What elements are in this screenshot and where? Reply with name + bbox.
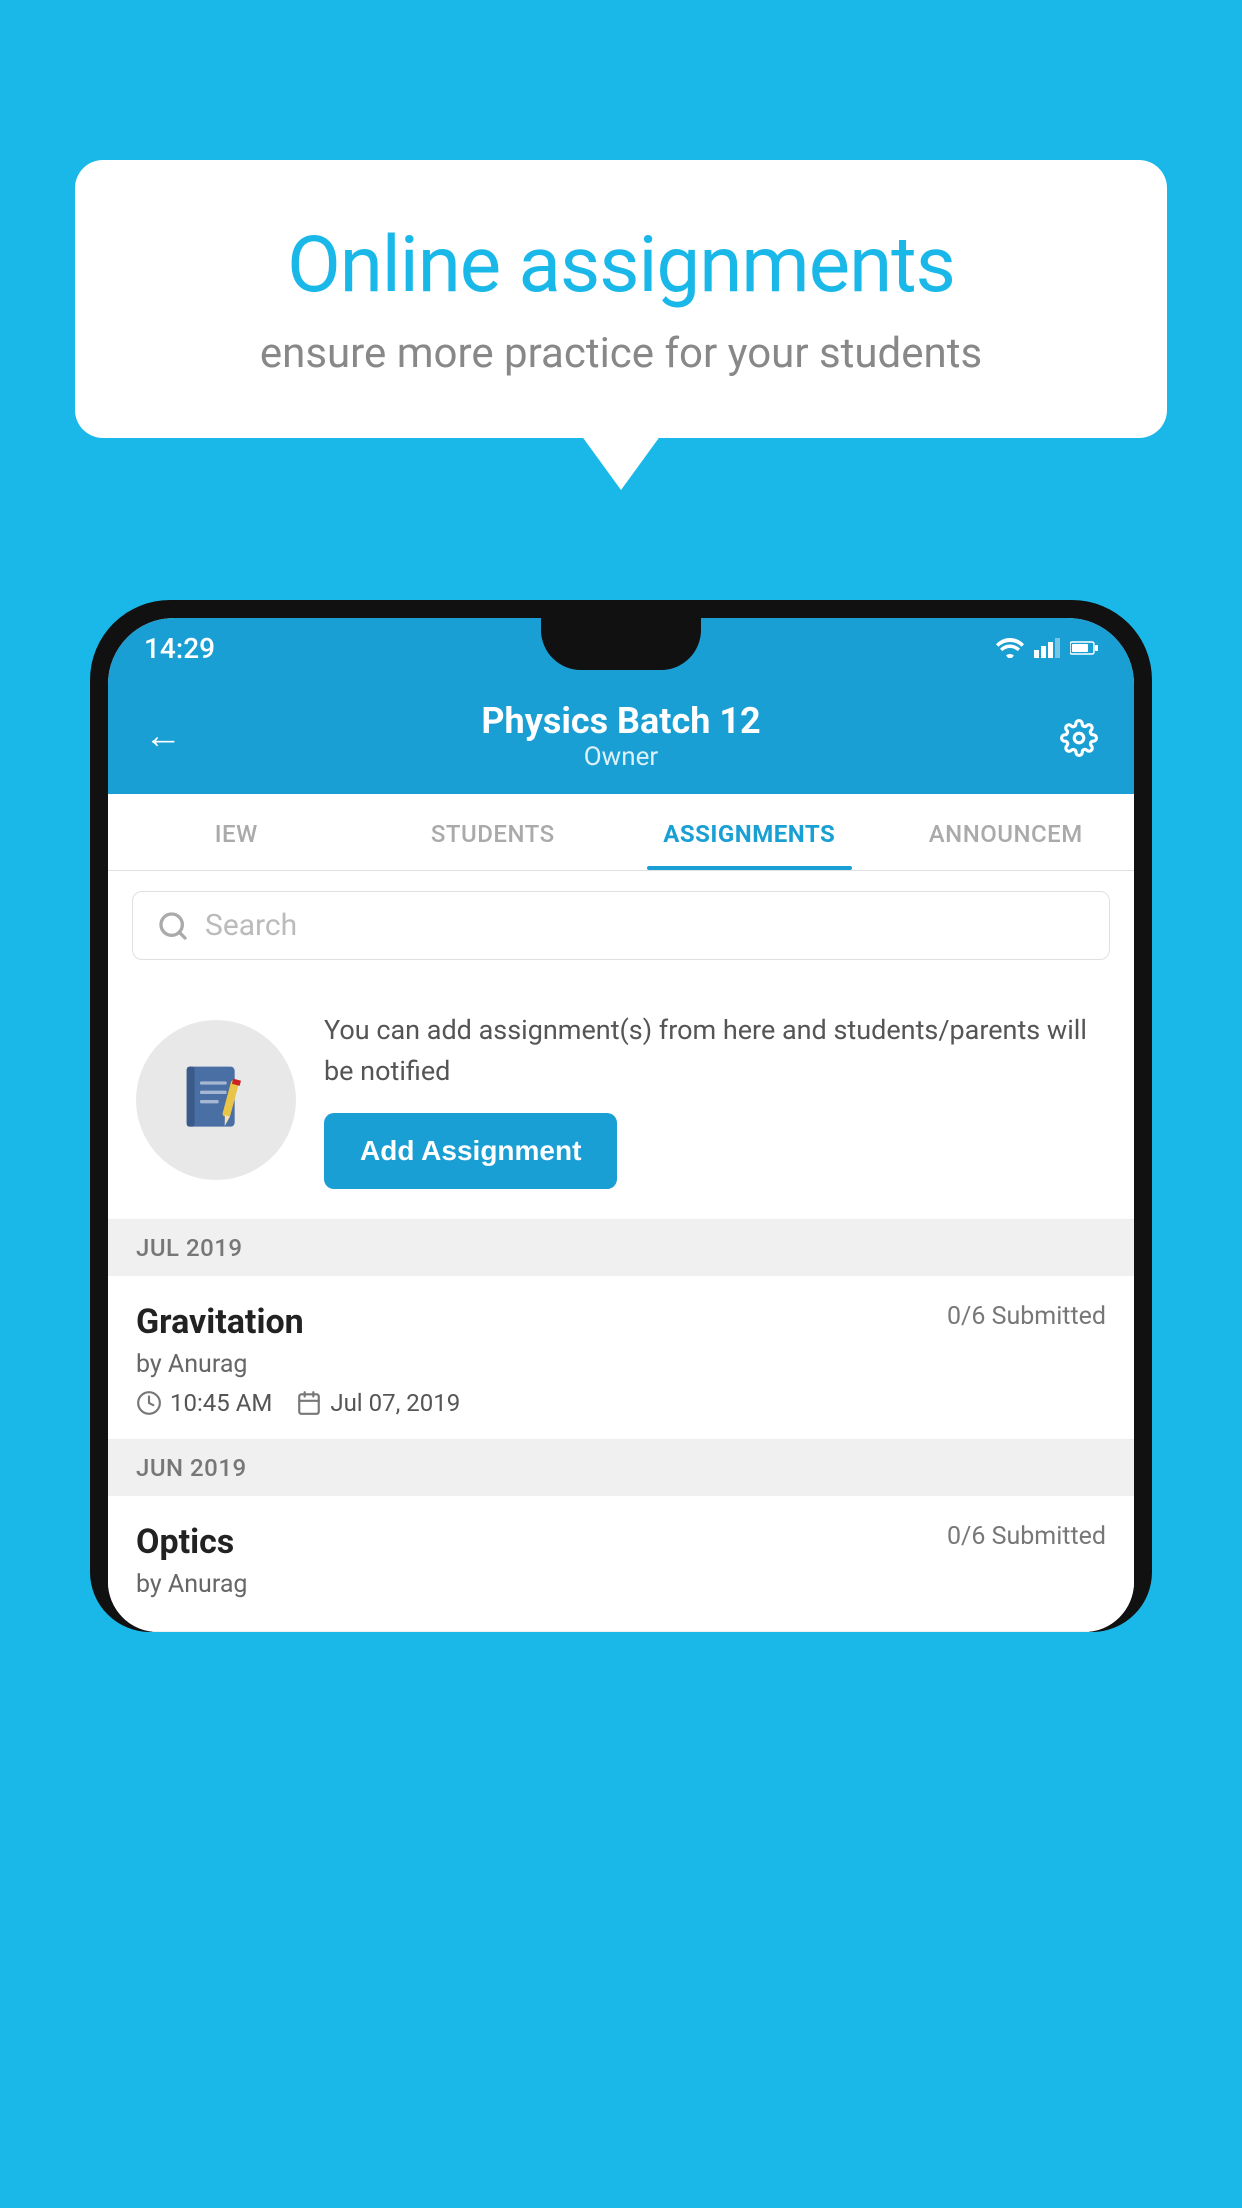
assignment-time-gravitation: 10:45 AM bbox=[136, 1389, 272, 1417]
assignment-item-gravitation[interactable]: Gravitation 0/6 Submitted by Anurag 10:4… bbox=[108, 1276, 1134, 1440]
section-jul-2019: JUL 2019 bbox=[108, 1220, 1134, 1276]
promo-content: You can add assignment(s) from here and … bbox=[324, 1010, 1106, 1189]
settings-icon[interactable] bbox=[1060, 715, 1098, 757]
bubble-title: Online assignments bbox=[145, 220, 1097, 311]
phone-outer-frame: 14:29 bbox=[90, 600, 1152, 1632]
tabs-bar: IEW STUDENTS ASSIGNMENTS ANNOUNCEM bbox=[108, 794, 1134, 871]
search-container: Search bbox=[108, 871, 1134, 980]
add-assignment-button[interactable]: Add Assignment bbox=[324, 1113, 617, 1189]
assignment-name-gravitation: Gravitation bbox=[136, 1302, 304, 1342]
assignment-submitted-optics: 0/6 Submitted bbox=[947, 1522, 1106, 1551]
assignment-by-gravitation: by Anurag bbox=[136, 1350, 1106, 1379]
speech-bubble-card: Online assignments ensure more practice … bbox=[75, 160, 1167, 438]
assignment-submitted-gravitation: 0/6 Submitted bbox=[947, 1302, 1106, 1331]
tab-students[interactable]: STUDENTS bbox=[365, 794, 622, 870]
tab-assignments[interactable]: ASSIGNMENTS bbox=[621, 794, 878, 870]
promo-icon-circle bbox=[136, 1020, 296, 1180]
assignment-meta-gravitation: 10:45 AM Jul 07, 2019 bbox=[136, 1389, 1106, 1417]
status-time: 14:29 bbox=[144, 632, 215, 665]
phone-inner-screen: 14:29 bbox=[108, 618, 1134, 1632]
header-subtitle: Owner bbox=[481, 742, 760, 772]
tab-announcements[interactable]: ANNOUNCEM bbox=[878, 794, 1135, 870]
app-header: ← Physics Batch 12 Owner bbox=[108, 678, 1134, 794]
assignment-name-optics: Optics bbox=[136, 1522, 234, 1562]
status-bar: 14:29 bbox=[108, 618, 1134, 678]
signal-icon bbox=[1034, 638, 1060, 658]
header-title: Physics Batch 12 bbox=[481, 700, 760, 742]
phone-notch bbox=[541, 618, 701, 670]
section-jun-2019: JUN 2019 bbox=[108, 1440, 1134, 1496]
section-label-jul: JUL 2019 bbox=[136, 1234, 243, 1262]
phone-container: 14:29 bbox=[90, 600, 1152, 2208]
battery-icon bbox=[1070, 640, 1098, 656]
promo-description: You can add assignment(s) from here and … bbox=[324, 1010, 1106, 1091]
assignment-date-gravitation: Jul 07, 2019 bbox=[296, 1389, 460, 1417]
header-center: Physics Batch 12 Owner bbox=[481, 700, 760, 772]
promo-section: You can add assignment(s) from here and … bbox=[108, 980, 1134, 1220]
back-button[interactable]: ← bbox=[144, 714, 182, 758]
search-bar[interactable]: Search bbox=[132, 891, 1110, 960]
bubble-subtitle: ensure more practice for your students bbox=[145, 329, 1097, 378]
assignment-row-top: Gravitation 0/6 Submitted bbox=[136, 1302, 1106, 1342]
status-icons bbox=[996, 638, 1098, 658]
wifi-icon bbox=[996, 638, 1024, 658]
assignment-item-optics[interactable]: Optics 0/6 Submitted by Anurag bbox=[108, 1496, 1134, 1632]
search-placeholder: Search bbox=[205, 908, 297, 943]
notebook-icon bbox=[176, 1060, 256, 1140]
assignment-row-top-optics: Optics 0/6 Submitted bbox=[136, 1522, 1106, 1562]
calendar-icon bbox=[296, 1390, 322, 1416]
section-label-jun: JUN 2019 bbox=[136, 1454, 247, 1482]
clock-icon bbox=[136, 1390, 162, 1416]
search-icon bbox=[157, 910, 189, 942]
tab-iew[interactable]: IEW bbox=[108, 794, 365, 870]
assignment-by-optics: by Anurag bbox=[136, 1570, 1106, 1599]
